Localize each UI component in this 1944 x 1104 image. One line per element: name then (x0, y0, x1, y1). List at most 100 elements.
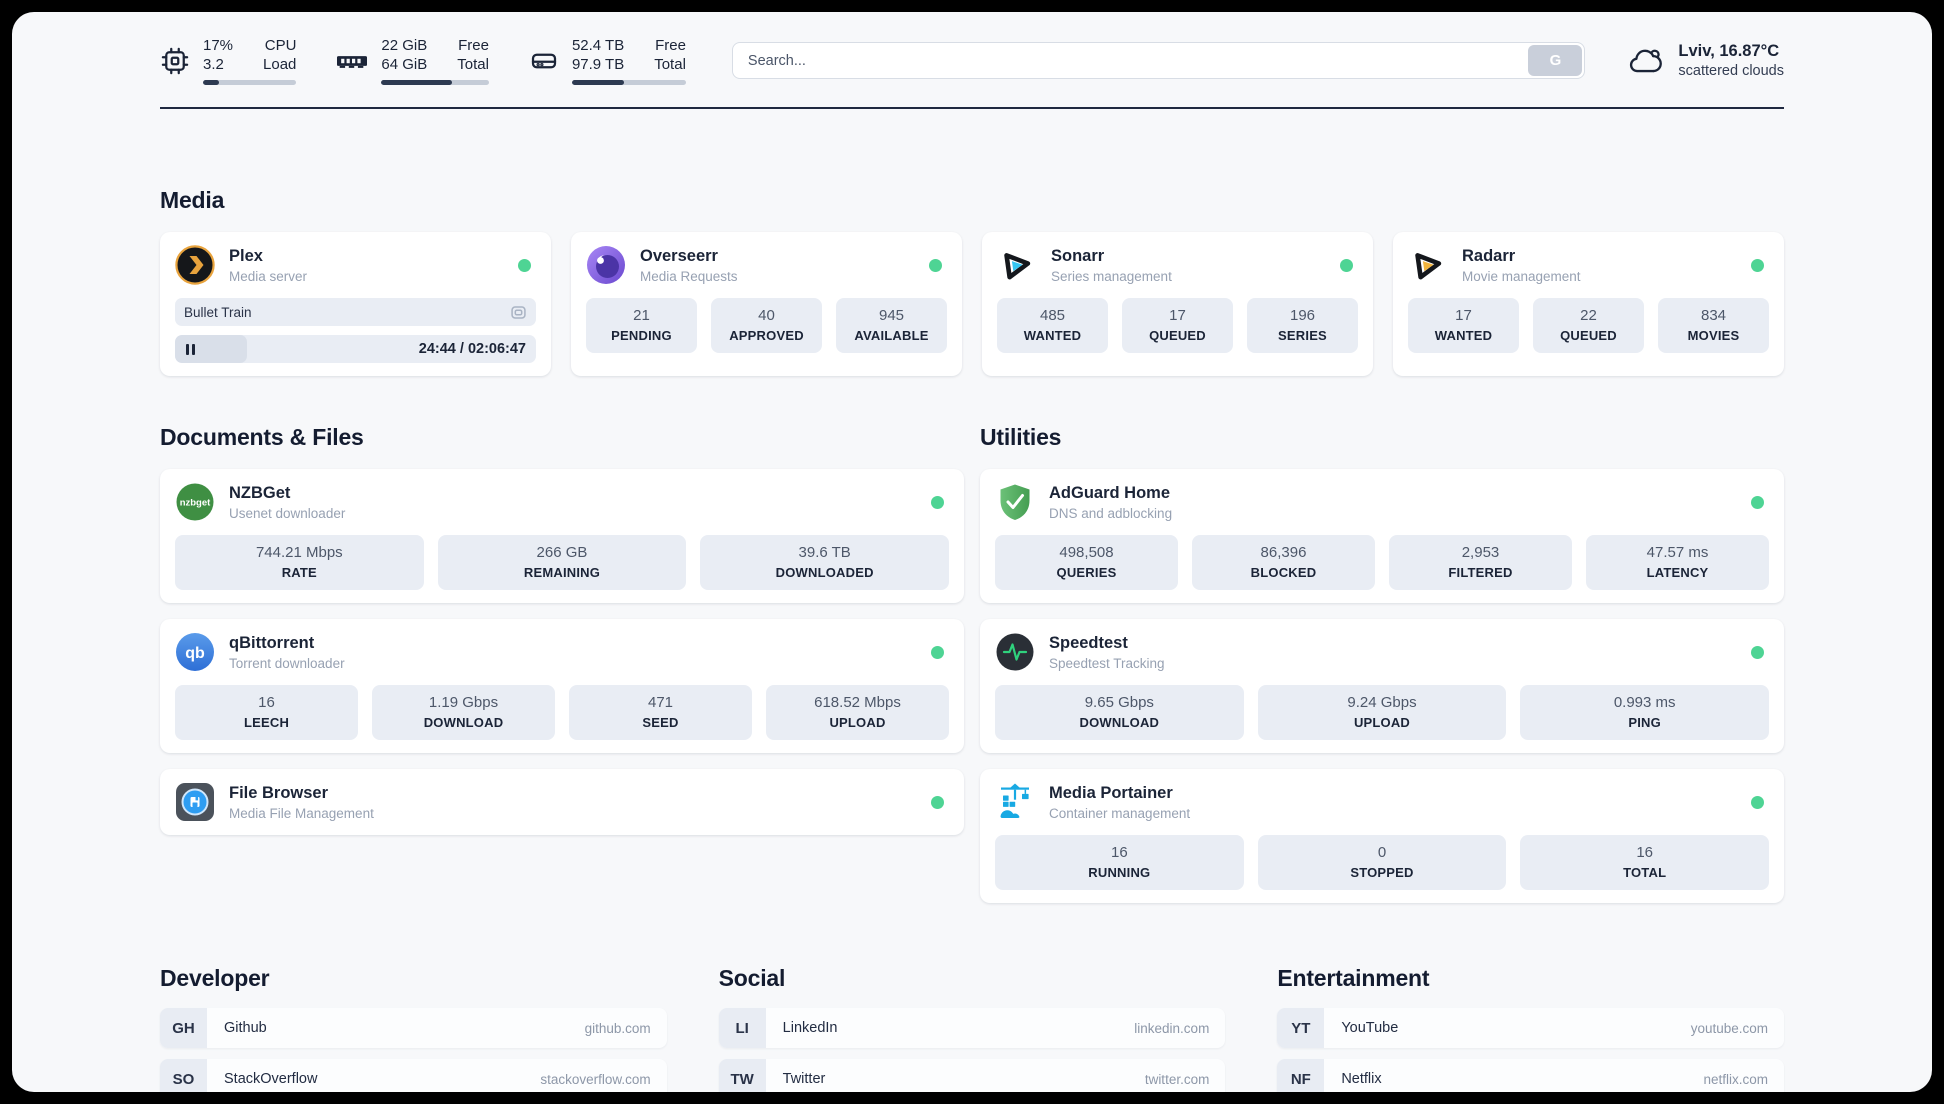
ram-free-label: Free (458, 37, 489, 54)
section-title-entertainment: Entertainment (1277, 965, 1430, 991)
pause-button[interactable] (186, 343, 195, 355)
search-bar: G (731, 42, 1586, 79)
app-name: Media Portainer (1049, 783, 1173, 802)
status-dot-online (931, 495, 944, 509)
stat-blocked: 86,396 BLOCKED (1192, 535, 1375, 590)
status-dot-online (929, 258, 942, 272)
cpu-label: CPU (264, 37, 297, 54)
search-engine-button[interactable]: G (1528, 45, 1583, 76)
bookmark-github[interactable]: GH Github github.com (160, 1008, 667, 1048)
bookmark-url: github.com (584, 1020, 651, 1036)
ram-progress-bar (381, 80, 489, 85)
app-desc: Media server (229, 268, 308, 284)
status-dot-online (931, 645, 944, 659)
stat-total: 16 TOTAL (1520, 835, 1769, 890)
now-playing-title: Bullet Train (184, 304, 252, 320)
bookmark-url: youtube.com (1690, 1020, 1768, 1036)
stat-wanted: 17 WANTED (1408, 298, 1519, 353)
stat-rate: 744.21 Mbps RATE (175, 535, 424, 590)
stat-leech: 16 LEECH (175, 685, 358, 740)
bookmark-abbr: SO (160, 1059, 207, 1092)
app-desc: Torrent downloader (229, 655, 345, 671)
app-card-qbittorrent[interactable]: qb qBittorrent Torrent downloader 16 LEE… (160, 619, 964, 753)
portainer-icon (995, 782, 1035, 822)
app-name: NZBGet (229, 483, 291, 502)
stat-latency: 47.57 ms LATENCY (1586, 535, 1769, 590)
tv-icon (510, 304, 527, 321)
top-bar: 17% 3.2 CPU Load 22 GiB 64 GiB Free Tota… (160, 12, 1784, 85)
app-desc: Media Requests (640, 268, 738, 284)
app-name: Overseerr (640, 246, 718, 265)
cpu-usage-value: 17% (203, 37, 234, 54)
stat-filtered: 2,953 FILTERED (1389, 535, 1572, 590)
stat-queries: 498,508 QUERIES (995, 535, 1178, 590)
bookmark-abbr: NF (1277, 1059, 1325, 1092)
svg-text:qb: qb (185, 645, 205, 662)
app-card-overseerr[interactable]: Overseerr Media Requests 21 PENDING 40 APP… (571, 232, 962, 376)
app-desc: Container management (1049, 805, 1191, 821)
stat-pending: 21 PENDING (586, 298, 697, 353)
weather-location-temp: Lviv, 16.87°C (1678, 41, 1780, 60)
bookmark-abbr: GH (160, 1008, 207, 1048)
cpu-icon (160, 46, 190, 76)
bookmark-abbr: TW (718, 1059, 766, 1092)
app-card-speedtest[interactable]: Speedtest Speedtest Tracking 9.65 Gbps DO… (980, 619, 1784, 753)
disk-free-value: 52.4 TB (571, 37, 625, 54)
status-dot-online (1340, 258, 1353, 272)
section-title-developer: Developer (160, 965, 270, 991)
now-playing-row: Bullet Train (175, 298, 536, 326)
disk-total-label: Total (654, 56, 686, 73)
app-desc: DNS and adblocking (1049, 505, 1173, 521)
app-card-nzbget[interactable]: nzbget NZBGet Usenet downloader 744.21 M… (160, 469, 964, 603)
ram-free-value: 22 GiB (381, 37, 428, 54)
app-name: AdGuard Home (1049, 483, 1171, 502)
bookmark-name: StackOverflow (224, 1071, 318, 1087)
cloud-icon (1627, 44, 1665, 78)
cpu-stat: 17% 3.2 CPU Load (160, 36, 297, 85)
cpu-progress-bar (203, 80, 297, 85)
app-name: File Browser (229, 783, 329, 802)
bookmark-twitter[interactable]: TW Twitter twitter.com (718, 1059, 1226, 1092)
bookmark-stackoverflow[interactable]: SO StackOverflow stackoverflow.com (160, 1059, 667, 1092)
app-name: Radarr (1462, 246, 1516, 265)
sonarr-icon (997, 245, 1037, 285)
disk-icon (529, 46, 559, 76)
app-card-plex[interactable]: Plex Media server Bullet Train 24:44 / 0… (160, 232, 551, 376)
app-card-adguard[interactable]: AdGuard Home DNS and adblocking 498,508 Q… (980, 469, 1784, 603)
section-title-documents: Documents & Files (160, 424, 364, 450)
bookmark-linkedin[interactable]: LI LinkedIn linkedin.com (718, 1008, 1226, 1048)
ram-icon (336, 46, 368, 76)
stat-queued: 22 QUEUED (1533, 298, 1644, 353)
section-title-social: Social (718, 965, 786, 991)
bookmark-abbr: YT (1277, 1008, 1325, 1048)
bookmark-netflix[interactable]: NF Netflix netflix.com (1277, 1059, 1784, 1092)
stat-download: 1.19 Gbps DOWNLOAD (372, 685, 555, 740)
app-desc: Usenet downloader (229, 505, 346, 521)
bookmark-url: twitter.com (1144, 1071, 1210, 1087)
section-title-utilities: Utilities (980, 424, 1062, 450)
app-card-portainer[interactable]: Media Portainer Container management 16 R… (980, 769, 1784, 903)
stat-stopped: 0 STOPPED (1257, 835, 1507, 890)
bookmark-name: Netflix (1341, 1071, 1382, 1087)
app-card-filebrowser[interactable]: File Browser Media File Management (160, 769, 964, 835)
bookmark-youtube[interactable]: YT YouTube youtube.com (1277, 1008, 1784, 1048)
status-dot-online (1751, 495, 1764, 509)
stat-upload: 618.52 Mbps UPLOAD (766, 685, 949, 740)
app-card-radarr[interactable]: Radarr Movie management 17 WANTED 22 QUEUE… (1393, 232, 1784, 376)
app-desc: Speedtest Tracking (1049, 655, 1165, 671)
weather-widget[interactable]: Lviv, 16.87°C scattered clouds (1627, 41, 1784, 81)
cpu-load-label: Load (263, 56, 297, 73)
disk-progress-bar (571, 80, 686, 85)
app-card-sonarr[interactable]: Sonarr Series management 485 WANTED 17 QUE… (982, 232, 1373, 376)
bookmark-name: Github (224, 1020, 267, 1036)
stat-ping: 0.993 ms PING (1520, 685, 1769, 740)
stat-available: 945 AVAILABLE (836, 298, 947, 353)
playback-progress: 24:44 / 02:06:47 (175, 335, 536, 363)
app-name: Plex (229, 246, 263, 265)
bookmark-name: LinkedIn (782, 1020, 838, 1036)
cpu-load-value: 3.2 (203, 56, 224, 73)
search-input[interactable] (731, 42, 1586, 79)
disk-free-label: Free (655, 37, 686, 54)
stat-movies: 834 MOVIES (1658, 298, 1769, 353)
bookmark-name: Twitter (782, 1071, 826, 1087)
